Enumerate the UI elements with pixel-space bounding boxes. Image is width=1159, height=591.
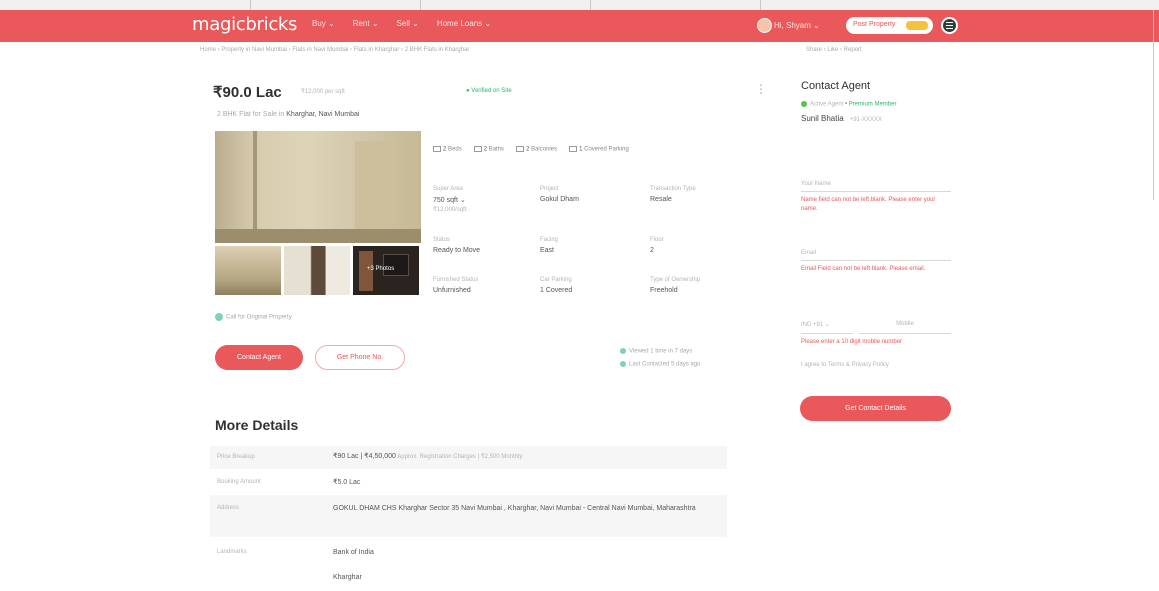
browser-top-strip xyxy=(0,0,1159,10)
online-dot-icon xyxy=(801,101,807,107)
attr-furnished: Furnished Status Unfurnished xyxy=(433,277,479,294)
nav-buy[interactable]: Buy ⌄ xyxy=(312,19,335,28)
phone-error: Please enter a 10 digit mobile number xyxy=(801,339,903,345)
attr-ownership: Type of Ownership Freehold xyxy=(650,277,701,294)
more-photos-label: +3 Photos xyxy=(367,266,395,272)
post-property-label: Post Property xyxy=(853,21,896,28)
agent-status: Active Agent • Premium Member xyxy=(801,101,896,108)
user-avatar[interactable] xyxy=(757,18,772,33)
table-row: Booking Amount ₹5.0 Lac xyxy=(217,479,361,486)
nav-rent[interactable]: Rent ⌄ xyxy=(353,19,379,28)
magicbricks-logo[interactable]: magicbricks xyxy=(192,14,297,35)
name-field[interactable]: Your Name xyxy=(801,178,951,192)
main-nav: Buy ⌄ Rent ⌄ Sell ⌄ Home Loans ⌄ xyxy=(312,19,491,28)
table-row: Landmarks Bank of India xyxy=(217,549,374,556)
feature-summary: 2 Beds 2 Baths 2 Balconies 1 Covered Par… xyxy=(433,146,629,153)
attr-car-parking: Car Parking 1 Covered xyxy=(540,277,573,294)
parking-icon xyxy=(569,146,578,152)
user-menu[interactable]: Hi, Shyam ⌄ xyxy=(774,21,820,30)
post-property-button[interactable]: Post Property xyxy=(846,17,933,34)
baths-feature: 2 Baths xyxy=(473,146,504,153)
attr-transaction: Transaction Type Resale xyxy=(650,186,696,203)
photo-thumbnail-3[interactable]: +3 Photos xyxy=(353,246,419,295)
listing-price: ₹90.0 Lac xyxy=(213,84,282,101)
nav-sell[interactable]: Sell ⌄ xyxy=(397,19,419,28)
parking-feature: 1 Covered Parking xyxy=(569,146,629,153)
email-error: Email Field can not be left blank. Pleas… xyxy=(801,266,926,272)
balconies-feature: 2 Balconies xyxy=(516,146,557,153)
site-header: magicbricks Buy ⌄ Rent ⌄ Sell ⌄ Home Loa… xyxy=(0,10,1159,42)
main-photo[interactable] xyxy=(215,131,421,243)
bed-icon xyxy=(433,146,441,152)
verified-badge: ● Verified on Site xyxy=(466,88,512,94)
mobile-field[interactable]: Mobile xyxy=(859,318,951,334)
contact-agent-button[interactable]: Contact Agent xyxy=(215,345,303,370)
photo-thumbnail-2[interactable] xyxy=(284,246,350,295)
more-options-icon[interactable]: ⋮ xyxy=(755,82,767,96)
agent-name: Sunil Bhatia +91-XXXXX xyxy=(801,114,882,123)
more-details-table: Price Breakup ₹90 Lac | ₹4,50,000 Approx… xyxy=(210,446,727,587)
location-prefix: 2 BHK Flat for Sale in xyxy=(217,111,285,118)
get-phone-button[interactable]: Get Phone No. xyxy=(315,345,405,370)
beds-feature: 2 Beds xyxy=(433,146,462,153)
name-error: Name field can not be left blank. Please… xyxy=(801,197,936,212)
eye-icon xyxy=(620,348,626,354)
attr-facing: Facing East xyxy=(540,237,559,254)
views-info: Viewed 1 time in 7 days xyxy=(620,348,692,355)
phone-row: IND +91 ⌄ Mobile xyxy=(801,318,951,334)
attr-project: Project Gokul Dham xyxy=(540,186,579,203)
contact-info: Last Contacted 5 days ago xyxy=(620,361,700,368)
user-icon xyxy=(620,361,626,367)
scrollbar-edge xyxy=(1153,10,1154,200)
get-contact-details-button[interactable]: Get Contact Details xyxy=(800,396,951,421)
email-field[interactable]: Email xyxy=(801,247,951,261)
country-code-select[interactable]: IND +91 ⌄ xyxy=(801,318,853,334)
table-row: Address GOKUL DHAM CHS Kharghar Sector 3… xyxy=(210,495,727,537)
listing-location: 2 BHK Flat for Sale in Kharghar, Navi Mu… xyxy=(217,111,359,118)
attr-status: Status Ready to Move xyxy=(433,237,481,254)
balcony-icon xyxy=(516,146,525,152)
gallery-note: Call for Original Property xyxy=(215,313,292,321)
contact-panel-title: Contact Agent xyxy=(801,80,871,92)
bath-icon xyxy=(473,146,482,152)
share-links[interactable]: Share › Like › Report xyxy=(806,47,862,53)
table-row: Price Breakup ₹90 Lac | ₹4,50,000 Approx… xyxy=(210,446,727,469)
info-icon xyxy=(215,313,223,321)
photo-thumbnail-1[interactable] xyxy=(215,246,281,295)
attr-floor: Floor 2 xyxy=(650,237,664,254)
free-badge xyxy=(906,21,928,30)
hamburger-menu-icon[interactable] xyxy=(941,17,958,34)
location-name[interactable]: Kharghar, Navi Mumbai xyxy=(286,111,359,118)
attr-super-area: Super Area 750 sqft ⌄ ₹12,000/sqft xyxy=(433,186,467,213)
table-row: Kharghar xyxy=(333,574,362,581)
terms-checkbox[interactable]: I agree to Terms & Privacy Policy xyxy=(801,362,889,368)
nav-home-loans[interactable]: Home Loans ⌄ xyxy=(437,19,491,28)
more-details-title: More Details xyxy=(215,417,299,433)
breadcrumb[interactable]: Home › Property in Navi Mumbai › Flats i… xyxy=(200,47,469,53)
price-per-sqft: ₹12,000 per sqft xyxy=(301,89,345,95)
